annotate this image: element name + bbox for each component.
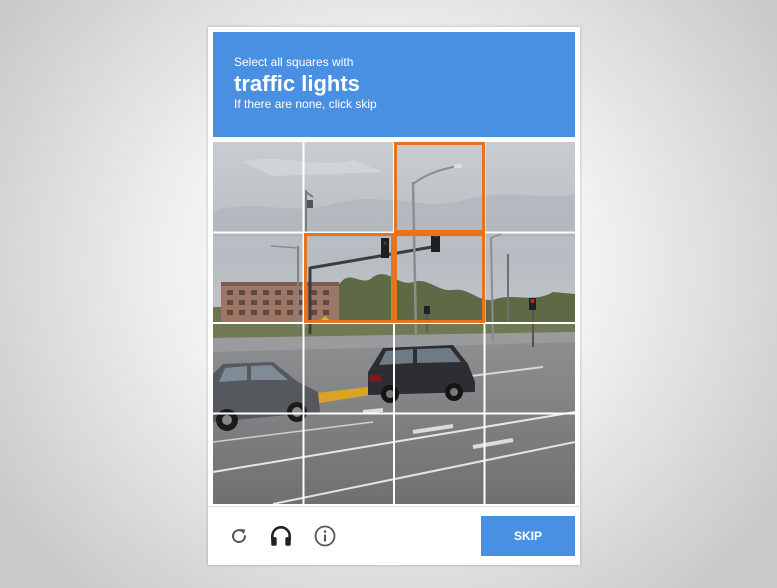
- image-tile[interactable]: [213, 233, 304, 324]
- image-tile[interactable]: [485, 142, 576, 233]
- challenge-hint: If there are none, click skip: [234, 97, 377, 111]
- audio-challenge-button[interactable]: [265, 520, 297, 552]
- image-tile[interactable]: [213, 142, 304, 233]
- image-tile[interactable]: [304, 323, 395, 414]
- image-tile[interactable]: [213, 323, 304, 414]
- image-tile[interactable]: [394, 414, 485, 505]
- skip-button[interactable]: SKIP: [481, 516, 575, 556]
- image-tile[interactable]: [485, 323, 576, 414]
- recaptcha-dialog: Select all squares with traffic lights I…: [208, 27, 580, 565]
- image-tile[interactable]: [394, 323, 485, 414]
- info-icon: [314, 525, 336, 547]
- image-tile[interactable]: [213, 414, 304, 505]
- image-tile[interactable]: [485, 233, 576, 324]
- image-grid: [213, 142, 575, 504]
- challenge-header: Select all squares with traffic lights I…: [213, 32, 575, 137]
- image-tile[interactable]: [303, 232, 395, 324]
- challenge-keyword: traffic lights: [234, 71, 360, 96]
- image-tile[interactable]: [485, 414, 576, 505]
- help-button[interactable]: [309, 520, 341, 552]
- image-tile[interactable]: [394, 232, 485, 324]
- footer-divider: [208, 506, 580, 507]
- challenge-instruction: Select all squares with: [234, 55, 354, 69]
- reload-icon: [232, 528, 246, 544]
- image-tile[interactable]: [304, 142, 395, 233]
- image-tile[interactable]: [304, 414, 395, 505]
- reload-button[interactable]: [223, 520, 255, 552]
- headphones-icon: [271, 526, 291, 546]
- challenge-footer: SKIP: [208, 506, 580, 560]
- image-tile[interactable]: [394, 142, 485, 233]
